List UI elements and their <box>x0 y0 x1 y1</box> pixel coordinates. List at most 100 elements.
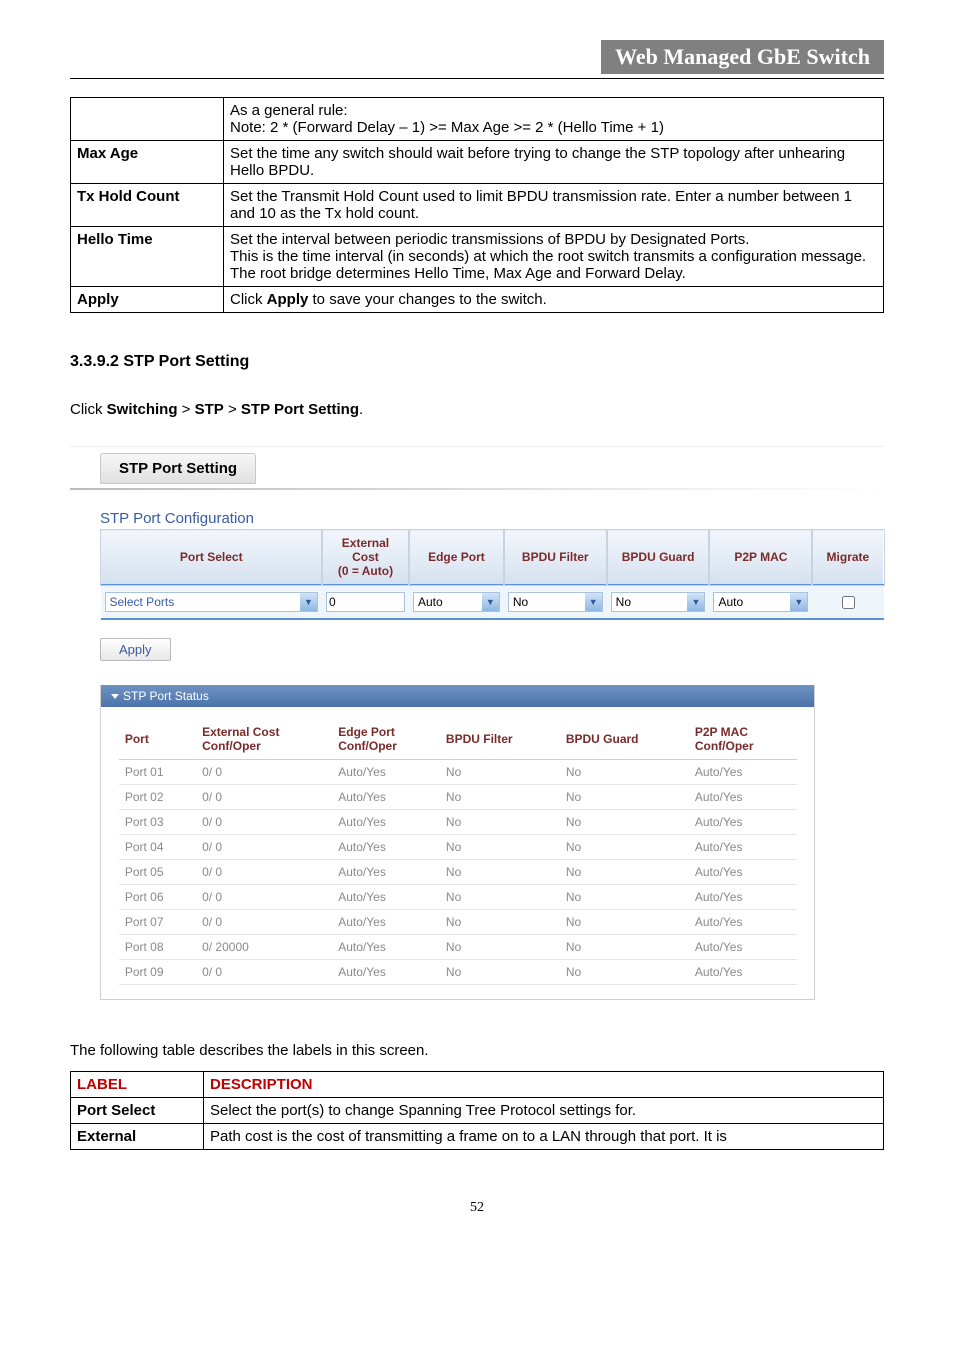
cell-p2p: Auto/Yes <box>689 910 797 935</box>
param-desc: Click Apply to save your changes to the … <box>224 287 884 313</box>
desc-text: Path cost is the cost of transmitting a … <box>204 1124 884 1150</box>
table-row: Port 020/ 0Auto/YesNoNoAuto/Yes <box>119 785 797 810</box>
cell-ext: 0/ 0 <box>196 835 332 860</box>
cell-p2p: Auto/Yes <box>689 935 797 960</box>
cell-port: Port 04 <box>119 835 196 860</box>
cell-ext: 0/ 0 <box>196 860 332 885</box>
edge-port-select[interactable]: Auto ▼ <box>413 592 500 612</box>
cell-edge: Auto/Yes <box>332 835 440 860</box>
col-ext: External Cost Conf/Oper <box>196 719 332 760</box>
table-row: Port 060/ 0Auto/YesNoNoAuto/Yes <box>119 885 797 910</box>
cell-filter: No <box>440 810 560 835</box>
table-row: Port 030/ 0Auto/YesNoNoAuto/Yes <box>119 810 797 835</box>
breadcrumb: Click Switching > STP > STP Port Setting… <box>70 401 884 418</box>
chevron-down-icon: ▼ <box>790 593 807 611</box>
config-table: Port Select External Cost (0 = Auto) Edg… <box>100 529 884 620</box>
p2p-mac-select[interactable]: Auto ▼ <box>713 592 808 612</box>
cell-ext: 0/ 0 <box>196 885 332 910</box>
param-desc: As a general rule: Note: 2 * (Forward De… <box>224 98 884 141</box>
param-desc: Set the interval between periodic transm… <box>224 227 884 287</box>
desc-label: External <box>71 1124 204 1150</box>
cell-filter: No <box>440 835 560 860</box>
migrate-checkbox[interactable] <box>842 596 855 609</box>
desc-h-desc: DESCRIPTION <box>204 1072 884 1098</box>
cell-filter: No <box>440 760 560 785</box>
cell-edge: Auto/Yes <box>332 885 440 910</box>
cell-p2p: Auto/Yes <box>689 810 797 835</box>
chevron-down-icon: ▼ <box>300 593 317 611</box>
cell-p2p: Auto/Yes <box>689 885 797 910</box>
table-row: Port 040/ 0Auto/YesNoNoAuto/Yes <box>119 835 797 860</box>
cell-filter: No <box>440 935 560 960</box>
ext-cost-input[interactable] <box>326 592 405 612</box>
cell-edge: Auto/Yes <box>332 760 440 785</box>
cell-port: Port 08 <box>119 935 196 960</box>
cell-p2p: Auto/Yes <box>689 760 797 785</box>
bpdu-filter-select[interactable]: No ▼ <box>508 592 603 612</box>
cell-guard: No <box>560 785 689 810</box>
after-text: The following table describes the labels… <box>70 1042 884 1059</box>
table-row: Port 080/ 20000Auto/YesNoNoAuto/Yes <box>119 935 797 960</box>
page-header-title: Web Managed GbE Switch <box>601 40 884 74</box>
cell-filter: No <box>440 960 560 985</box>
col-edge-port: Edge Port <box>409 530 504 586</box>
cell-ext: 0/ 0 <box>196 960 332 985</box>
page-number: 52 <box>70 1200 884 1216</box>
col-port-select: Port Select <box>101 530 322 586</box>
tab-stp-port-setting[interactable]: STP Port Setting <box>100 453 256 484</box>
cell-port: Port 07 <box>119 910 196 935</box>
param-label: Apply <box>71 287 224 313</box>
status-table: Port External Cost Conf/Oper Edge Port C… <box>119 719 797 985</box>
cell-guard: No <box>560 810 689 835</box>
status-panel: STP Port Status Port External Cost Conf/… <box>100 685 815 1000</box>
cell-p2p: Auto/Yes <box>689 835 797 860</box>
cell-ext: 0/ 0 <box>196 910 332 935</box>
cell-filter: No <box>440 860 560 885</box>
chevron-down-icon <box>111 694 119 699</box>
bpdu-guard-select[interactable]: No ▼ <box>611 592 706 612</box>
cell-port: Port 03 <box>119 810 196 835</box>
cell-p2p: Auto/Yes <box>689 860 797 885</box>
cell-guard: No <box>560 760 689 785</box>
desc-text: Select the port(s) to change Spanning Tr… <box>204 1098 884 1124</box>
col-migrate: Migrate <box>812 530 883 586</box>
tab-underline <box>70 488 884 490</box>
cell-edge: Auto/Yes <box>332 785 440 810</box>
config-subtitle: STP Port Configuration <box>100 510 884 527</box>
table-row: Port 050/ 0Auto/YesNoNoAuto/Yes <box>119 860 797 885</box>
cell-port: Port 09 <box>119 960 196 985</box>
apply-button[interactable]: Apply <box>100 638 171 661</box>
cell-filter: No <box>440 910 560 935</box>
cell-filter: No <box>440 785 560 810</box>
description-table: LABEL DESCRIPTION Port Select Select the… <box>70 1071 884 1150</box>
table-row: Port 090/ 0Auto/YesNoNoAuto/Yes <box>119 960 797 985</box>
status-banner[interactable]: STP Port Status <box>101 685 814 707</box>
cell-ext: 0/ 0 <box>196 760 332 785</box>
header-rule <box>70 78 884 79</box>
col-edge: Edge Port Conf/Oper <box>332 719 440 760</box>
cell-p2p: Auto/Yes <box>689 785 797 810</box>
desc-h-label: LABEL <box>71 1072 204 1098</box>
cell-port: Port 06 <box>119 885 196 910</box>
cell-port: Port 02 <box>119 785 196 810</box>
cell-ext: 0/ 20000 <box>196 935 332 960</box>
col-port: Port <box>119 719 196 760</box>
cell-guard: No <box>560 885 689 910</box>
cell-guard: No <box>560 860 689 885</box>
cell-guard: No <box>560 960 689 985</box>
chevron-down-icon: ▼ <box>687 593 704 611</box>
param-desc: Set the time any switch should wait befo… <box>224 141 884 184</box>
section-heading: 3.3.9.2 STP Port Setting <box>70 353 884 371</box>
col-ext-cost: External Cost (0 = Auto) <box>322 530 409 586</box>
port-select-dropdown[interactable]: Select Ports ▼ <box>105 592 318 612</box>
page-header: Web Managed GbE Switch <box>70 40 884 74</box>
cell-guard: No <box>560 935 689 960</box>
cell-edge: Auto/Yes <box>332 810 440 835</box>
cell-ext: 0/ 0 <box>196 810 332 835</box>
cell-edge: Auto/Yes <box>332 910 440 935</box>
chevron-down-icon: ▼ <box>585 593 602 611</box>
col-guard: BPDU Guard <box>560 719 689 760</box>
cell-port: Port 01 <box>119 760 196 785</box>
param-label <box>71 98 224 141</box>
cell-guard: No <box>560 910 689 935</box>
